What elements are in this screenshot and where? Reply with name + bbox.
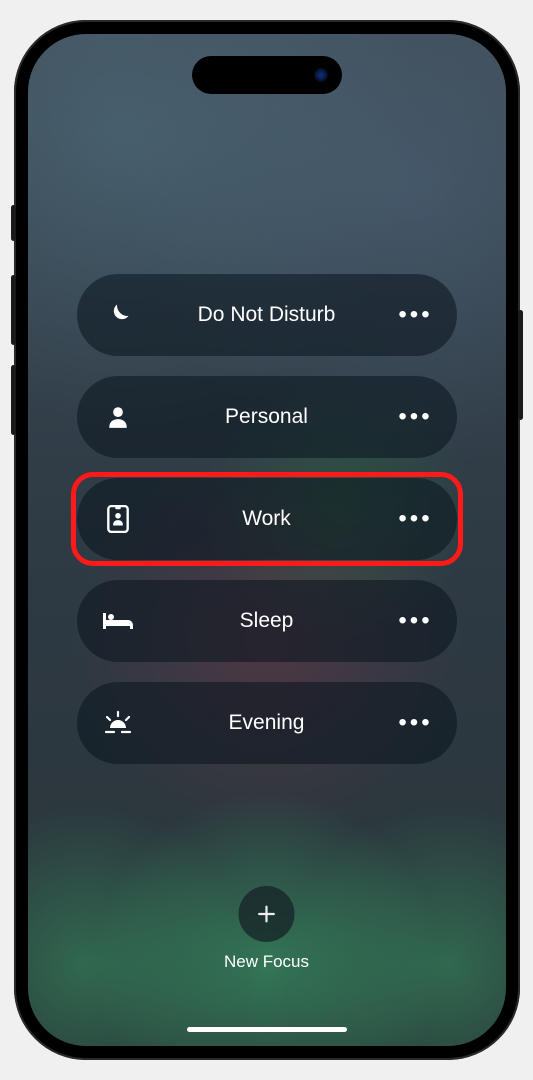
focus-item-label: Sleep bbox=[159, 609, 375, 633]
focus-item-label: Do Not Disturb bbox=[159, 303, 375, 327]
focus-item-sleep[interactable]: Sleep ••• bbox=[77, 580, 457, 662]
sunset-icon bbox=[77, 710, 159, 736]
moon-icon bbox=[77, 301, 159, 329]
home-indicator[interactable] bbox=[187, 1027, 347, 1032]
badge-icon bbox=[77, 505, 159, 533]
volume-down-button bbox=[11, 365, 16, 435]
focus-item-evening[interactable]: Evening ••• bbox=[77, 682, 457, 764]
power-button bbox=[518, 310, 523, 420]
bed-icon bbox=[77, 610, 159, 632]
volume-up-button bbox=[11, 275, 16, 345]
person-icon bbox=[77, 404, 159, 430]
ellipsis-icon[interactable]: ••• bbox=[375, 505, 457, 533]
phone-frame: Do Not Disturb ••• Personal ••• bbox=[14, 20, 520, 1060]
plus-icon bbox=[239, 886, 295, 942]
focus-item-do-not-disturb[interactable]: Do Not Disturb ••• bbox=[77, 274, 457, 356]
focus-item-work[interactable]: Work ••• bbox=[77, 478, 457, 560]
mute-switch bbox=[11, 205, 16, 241]
new-focus-label: New Focus bbox=[224, 952, 309, 972]
focus-item-label: Work bbox=[159, 507, 375, 531]
ellipsis-icon[interactable]: ••• bbox=[375, 301, 457, 329]
new-focus-button[interactable]: New Focus bbox=[224, 886, 309, 972]
focus-item-label: Evening bbox=[159, 711, 375, 735]
ellipsis-icon[interactable]: ••• bbox=[375, 709, 457, 737]
focus-item-personal[interactable]: Personal ••• bbox=[77, 376, 457, 458]
screen: Do Not Disturb ••• Personal ••• bbox=[28, 34, 506, 1046]
dynamic-island bbox=[192, 56, 342, 94]
ellipsis-icon[interactable]: ••• bbox=[375, 607, 457, 635]
focus-item-label: Personal bbox=[159, 405, 375, 429]
ellipsis-icon[interactable]: ••• bbox=[375, 403, 457, 431]
focus-mode-list: Do Not Disturb ••• Personal ••• bbox=[77, 274, 457, 764]
